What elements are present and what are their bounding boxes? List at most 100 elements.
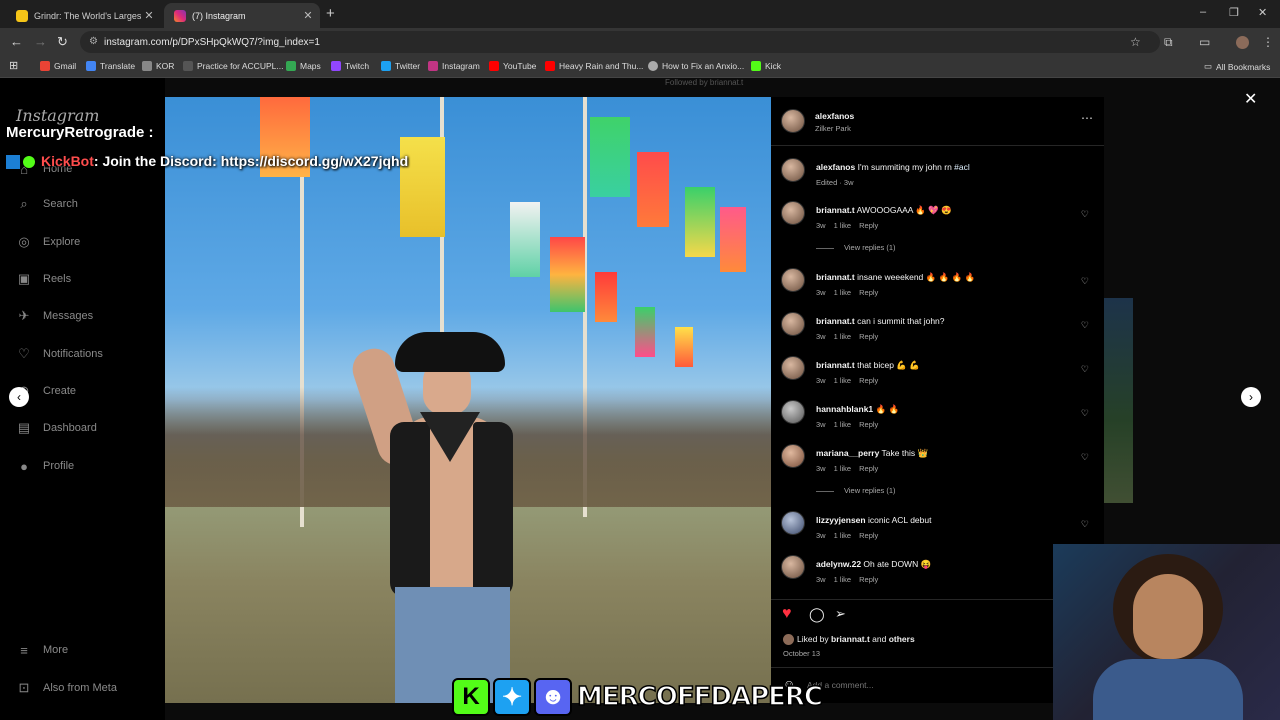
comment-username[interactable]: lizzyyjensen xyxy=(816,515,866,525)
bookmark-instagram[interactable]: Instagram xyxy=(428,61,480,71)
reply-button[interactable]: Reply xyxy=(859,531,878,540)
like-comment-icon[interactable]: ♡ xyxy=(1081,364,1089,375)
liked-by-username[interactable]: briannat.t xyxy=(831,634,870,644)
view-replies-button[interactable]: View replies (1) xyxy=(816,243,896,252)
comment-username[interactable]: briannat.t xyxy=(816,316,855,326)
comment-username[interactable]: briannat.t xyxy=(816,205,855,215)
bookmark-heavy-rain[interactable]: Heavy Rain and Thu... xyxy=(545,61,643,71)
hashtag-link[interactable]: #acl xyxy=(954,162,970,172)
window-close-button[interactable]: ✕ xyxy=(1258,6,1267,19)
reply-button[interactable]: Reply xyxy=(859,332,878,341)
sidebar-item-notifications[interactable]: ♡ Notifications xyxy=(16,346,103,362)
extensions-icon[interactable]: ⧉ xyxy=(1164,35,1173,50)
sidebar-item-also-from-meta[interactable]: ⊡ Also from Meta xyxy=(16,680,117,696)
comment-likes[interactable]: 1 like xyxy=(834,221,852,230)
comment-likes[interactable]: 1 like xyxy=(834,332,852,341)
sidebar-item-dashboard[interactable]: ▤ Dashboard xyxy=(16,420,97,436)
star-icon[interactable]: ☆ xyxy=(1130,35,1141,49)
reply-button[interactable]: Reply xyxy=(859,575,878,584)
bookmark-twitter[interactable]: Twitter xyxy=(381,61,420,71)
like-comment-icon[interactable]: ♡ xyxy=(1081,452,1089,463)
like-icon[interactable]: ♥ xyxy=(782,605,792,623)
bookmark-accuplacer[interactable]: Practice for ACCUPL... xyxy=(183,61,283,71)
minimize-button[interactable]: – xyxy=(1200,6,1206,18)
close-tab-icon[interactable]: ✕ xyxy=(300,9,316,22)
comment-username[interactable]: mariana__perry xyxy=(816,448,879,458)
view-replies-button[interactable]: View replies (1) xyxy=(816,486,896,495)
comment-username[interactable]: briannat.t xyxy=(816,272,855,282)
comment-likes[interactable]: 1 like xyxy=(834,376,852,385)
comment-likes[interactable]: 1 like xyxy=(834,575,852,584)
more-options-icon[interactable]: ⋯ xyxy=(1081,111,1093,125)
like-comment-icon[interactable]: ♡ xyxy=(1081,209,1089,220)
comment-likes[interactable]: 1 like xyxy=(834,531,852,540)
bookmark-kick[interactable]: Kick xyxy=(751,61,781,71)
close-modal-icon[interactable]: ✕ xyxy=(1244,89,1257,109)
commenter-avatar[interactable] xyxy=(781,268,805,292)
like-comment-icon[interactable]: ♡ xyxy=(1081,276,1089,287)
comment-likes[interactable]: 1 like xyxy=(834,420,852,429)
url-bar[interactable]: ⚙ instagram.com/p/DPxSHpQkWQ7/?img_index… xyxy=(80,31,1160,53)
chat-bot-line: KickBot: Join the Discord: https://disco… xyxy=(6,153,408,170)
author-avatar[interactable] xyxy=(781,158,805,182)
reload-icon[interactable]: ↻ xyxy=(57,34,68,50)
instagram-logo[interactable]: Instagram xyxy=(16,106,99,125)
sidebar-item-messages[interactable]: ✈ Messages xyxy=(16,308,94,324)
sidebar-item-more[interactable]: ≡ More xyxy=(16,642,68,658)
comment-username[interactable]: briannat.t xyxy=(816,360,855,370)
bookmark-maps[interactable]: Maps xyxy=(286,61,321,71)
add-comment-input[interactable] xyxy=(807,677,1007,693)
post-location[interactable]: Zilker Park xyxy=(815,124,851,133)
forward-icon[interactable]: → xyxy=(34,34,47,49)
next-post-icon[interactable]: › xyxy=(1241,387,1261,407)
commenter-avatar[interactable] xyxy=(781,312,805,336)
comment-username[interactable]: hannahblank1 xyxy=(816,404,873,414)
reply-button[interactable]: Reply xyxy=(859,464,878,473)
bookmark-kor[interactable]: KOR xyxy=(142,61,174,71)
bookmark-gmail[interactable]: Gmail xyxy=(40,61,76,71)
commenter-avatar[interactable] xyxy=(781,555,805,579)
previous-post-icon[interactable]: ‹ xyxy=(9,387,29,407)
reply-button[interactable]: Reply xyxy=(859,376,878,385)
sidebar-item-explore[interactable]: ◎ Explore xyxy=(16,234,80,250)
commenter-avatar[interactable] xyxy=(781,511,805,535)
liked-by-others[interactable]: others xyxy=(889,634,915,644)
restore-button[interactable]: ❐ xyxy=(1229,6,1239,19)
sidepanel-icon[interactable]: ▭ xyxy=(1199,35,1210,49)
apps-icon[interactable]: ⊞ xyxy=(9,59,18,72)
profile-avatar[interactable] xyxy=(1236,36,1249,49)
bookmark-anxiety[interactable]: How to Fix an Anxio... xyxy=(648,61,744,71)
tab-instagram[interactable]: (7) Instagram ✕ xyxy=(164,3,320,28)
bookmark-twitch[interactable]: Twitch xyxy=(331,61,369,71)
bookmark-translate[interactable]: Translate xyxy=(86,61,135,71)
tab-grindr[interactable]: Grindr: The World's Largest So ✕ xyxy=(6,3,161,28)
comment-username[interactable]: adelynw.22 xyxy=(816,559,861,569)
back-icon[interactable]: ← xyxy=(10,34,23,49)
sidebar-item-reels[interactable]: ▣ Reels xyxy=(16,271,71,287)
new-tab-button[interactable]: + xyxy=(326,5,335,22)
reply-button[interactable]: Reply xyxy=(859,221,878,230)
commenter-avatar[interactable] xyxy=(781,400,805,424)
close-tab-icon[interactable]: ✕ xyxy=(141,9,157,22)
commenter-avatar[interactable] xyxy=(781,444,805,468)
like-comment-icon[interactable]: ♡ xyxy=(1081,408,1089,419)
author-username[interactable]: alexfanos xyxy=(815,111,854,121)
comment-icon[interactable]: ◯ xyxy=(809,606,825,623)
site-info-icon[interactable]: ⚙ xyxy=(89,36,98,47)
sidebar-item-search[interactable]: ⌕ Search xyxy=(16,196,78,212)
reply-button[interactable]: Reply xyxy=(859,420,878,429)
reply-button[interactable]: Reply xyxy=(859,288,878,297)
like-comment-icon[interactable]: ♡ xyxy=(1081,320,1089,331)
comment-likes[interactable]: 1 like xyxy=(834,288,852,297)
commenter-avatar[interactable] xyxy=(781,356,805,380)
author-avatar[interactable] xyxy=(781,109,805,133)
sidebar-item-profile[interactable]: ● Profile xyxy=(16,458,74,474)
bookmark-youtube[interactable]: YouTube xyxy=(489,61,536,71)
comment-likes[interactable]: 1 like xyxy=(834,464,852,473)
all-bookmarks[interactable]: ▭ All Bookmarks xyxy=(1204,61,1270,72)
like-comment-icon[interactable]: ♡ xyxy=(1081,519,1089,530)
commenter-avatar[interactable] xyxy=(781,201,805,225)
menu-icon[interactable]: ⋮ xyxy=(1262,35,1274,49)
share-icon[interactable]: ➢ xyxy=(835,606,846,622)
caption-username[interactable]: alexfanos xyxy=(816,162,855,172)
